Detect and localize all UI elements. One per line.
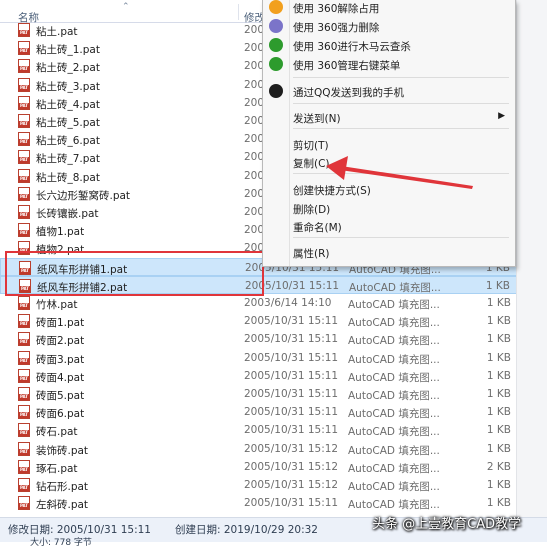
status-file-size: 大小: 778 字节 [30, 538, 92, 548]
annotation-arrow-shaft [340, 166, 473, 189]
status-created-date: 创建日期: 2019/10/29 20:32 [175, 524, 318, 536]
annotation-arrow [326, 156, 473, 189]
annotation-arrow-head [326, 156, 348, 180]
watermark: 头条 @上壹教育CAD教学 [372, 517, 522, 532]
